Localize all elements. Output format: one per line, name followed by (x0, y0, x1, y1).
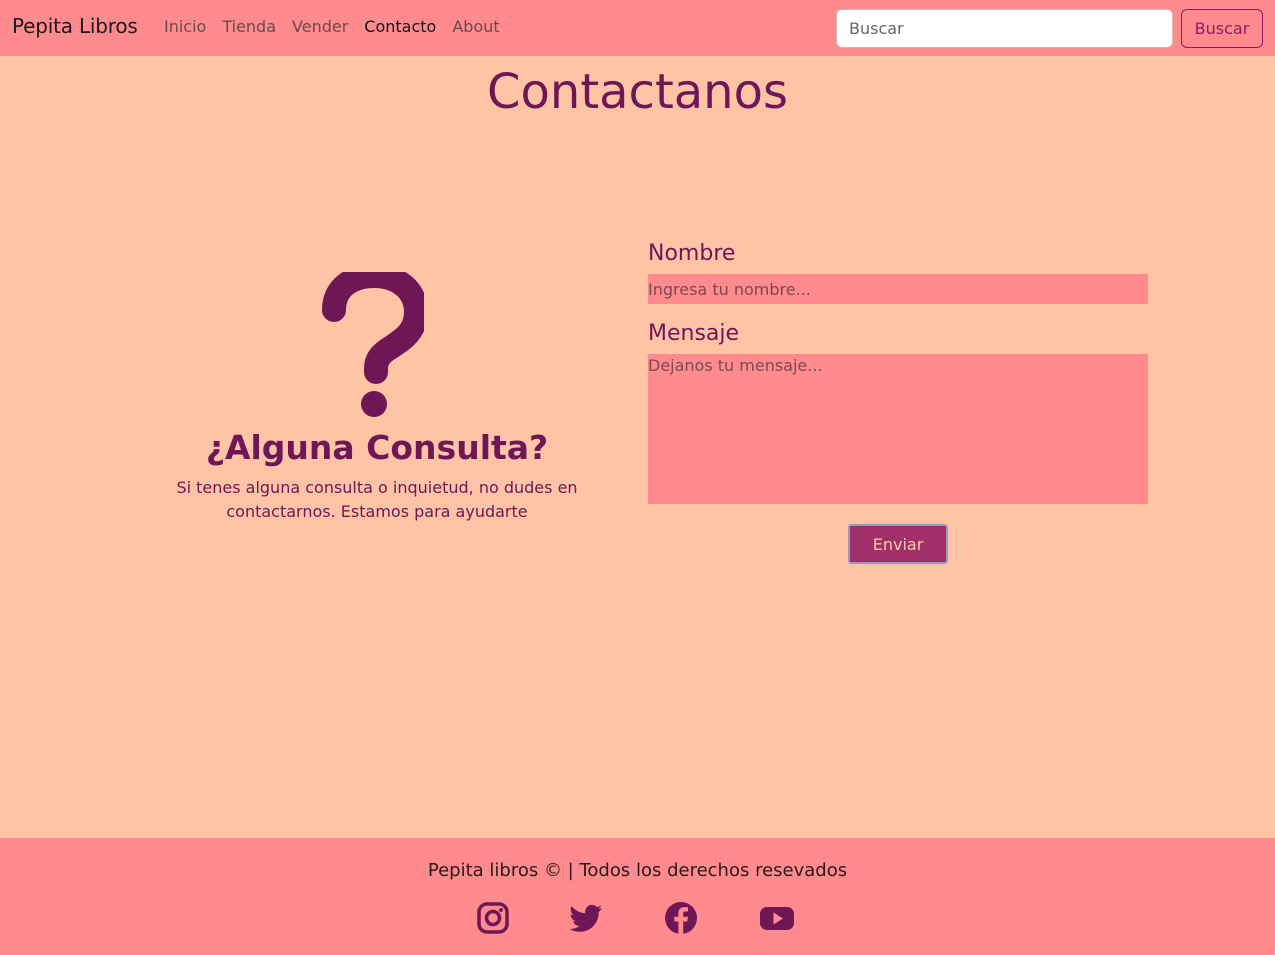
send-button[interactable]: Enviar (848, 524, 948, 564)
nav-link-about[interactable]: About (452, 17, 499, 36)
instagram-icon[interactable] (475, 900, 511, 936)
twitter-icon[interactable] (568, 900, 604, 936)
question-mark-icon (322, 263, 429, 422)
nav-link-contacto[interactable]: Contacto (364, 17, 436, 36)
facebook-icon[interactable] (663, 900, 699, 936)
navbar: Pepita Libros Inicio Tienda Vender Conta… (0, 0, 1275, 56)
consult-title: ¿Alguna Consulta? (205, 428, 549, 467)
search-input[interactable] (836, 9, 1173, 48)
footer: Pepita libros © | Todos los derechos res… (0, 838, 1275, 955)
nav-links: Inicio Tienda Vender Contacto About (164, 17, 500, 36)
consult-text: Si tenes alguna consulta o inquietud, no… (176, 478, 578, 521)
nav-link-vender[interactable]: Vender (292, 17, 348, 36)
search-button[interactable]: Buscar (1181, 9, 1263, 48)
name-input[interactable] (648, 274, 1148, 304)
footer-copyright: Pepita libros © | Todos los derechos res… (427, 860, 848, 881)
nav-link-tienda[interactable]: Tienda (222, 17, 276, 36)
name-label: Nombre (648, 241, 736, 266)
youtube-icon[interactable] (759, 900, 795, 936)
brand-logo[interactable]: Pepita Libros (12, 14, 138, 38)
nav-link-inicio[interactable]: Inicio (164, 17, 206, 36)
page-title: Contactanos (487, 64, 788, 120)
message-textarea[interactable] (648, 354, 1148, 504)
message-label: Mensaje (648, 321, 740, 346)
